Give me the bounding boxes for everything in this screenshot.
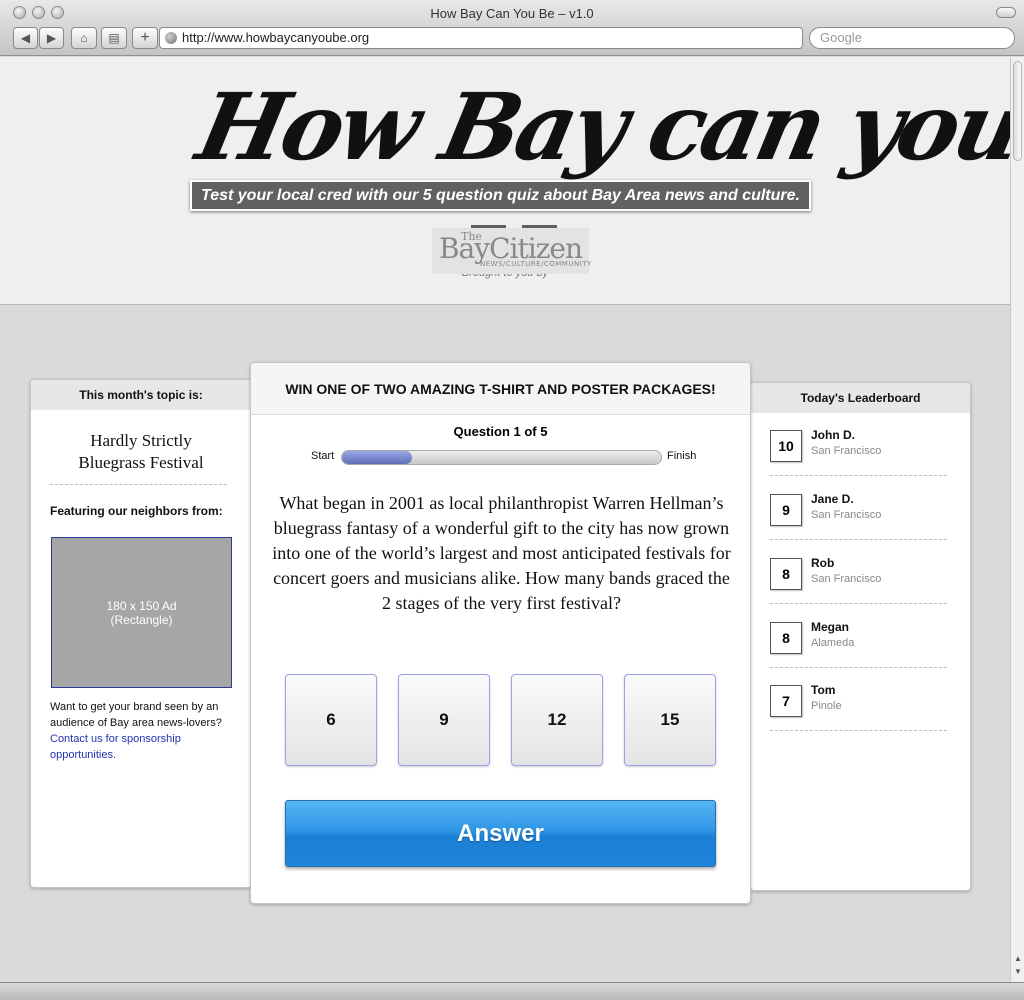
- plus-icon: +: [140, 29, 150, 46]
- leaderboard-panel: Today's Leaderboard 10 John D. San Franc…: [750, 382, 971, 891]
- leaderboard-score: 7: [770, 685, 802, 717]
- sponsorship-text: Want to get your brand seen by an audien…: [50, 699, 240, 763]
- toolbar-toggle-button[interactable]: [996, 7, 1016, 18]
- leaderboard-row: 8 Rob San Francisco: [770, 556, 947, 622]
- bay-citizen-logo[interactable]: The BayCitizen NEWS/CULTURE/COMMUNITY: [432, 228, 592, 274]
- forward-arrow-icon: ▶: [46, 31, 57, 45]
- leaderboard-name: John D.: [811, 428, 855, 442]
- status-bar: [0, 982, 1024, 1000]
- vertical-scrollbar[interactable]: ▲ ▼: [1010, 57, 1024, 982]
- topic-line-2: Bluegrass Festival: [78, 453, 204, 472]
- leaderboard-name: Megan: [811, 620, 850, 634]
- leaderboard-location: Pinole: [811, 700, 842, 712]
- topic-title: Hardly Strictly Bluegrass Festival: [31, 430, 251, 474]
- globe-icon: [165, 32, 177, 44]
- sponsorship-contact-link[interactable]: Contact us for sponsorship opportunities…: [50, 733, 181, 761]
- progress-bar: [341, 450, 662, 465]
- ad-size-label: 180 x 150 Ad: [106, 598, 177, 613]
- forward-button[interactable]: ▶: [39, 27, 64, 49]
- divider: [770, 667, 947, 668]
- topic-heading: This month's topic is:: [31, 380, 251, 410]
- divider: [50, 484, 227, 485]
- progress-fill: [342, 451, 413, 464]
- leaderboard-location: San Francisco: [811, 509, 882, 521]
- answer-choice[interactable]: 12: [511, 674, 603, 766]
- topic-panel: This month's topic is: Hardly Strictly B…: [30, 379, 252, 888]
- home-button[interactable]: ⌂: [71, 27, 97, 49]
- leaderboard-score: 8: [770, 558, 802, 590]
- back-button[interactable]: ◀: [13, 27, 38, 49]
- leaderboard-score: 10: [770, 430, 802, 462]
- search-input[interactable]: Google: [809, 27, 1015, 49]
- leaderboard-location: San Francisco: [811, 573, 882, 585]
- scroll-down-icon[interactable]: ▼: [1011, 967, 1024, 979]
- leaderboard-name: Jane D.: [811, 492, 854, 506]
- answer-choice[interactable]: 9: [398, 674, 490, 766]
- leaderboard-name: Tom: [811, 683, 836, 697]
- leaderboard-heading: Today's Leaderboard: [751, 383, 970, 413]
- browser-toolbar: How Bay Can You Be – v1.0 ◀ ▶ ⌂ ▤ + http…: [0, 0, 1024, 56]
- answer-choice[interactable]: 15: [624, 674, 716, 766]
- leaderboard-location: Alameda: [811, 637, 855, 649]
- ad-placeholder[interactable]: 180 x 150 Ad (Rectangle): [51, 537, 232, 688]
- scroll-up-icon[interactable]: ▲: [1011, 954, 1024, 966]
- progress-finish-label: Finish: [667, 450, 697, 462]
- sponsorship-pitch: Want to get your brand seen by an audien…: [50, 701, 222, 729]
- print-button[interactable]: ▤: [101, 27, 127, 49]
- print-icon: ▤: [108, 31, 120, 45]
- leaderboard-row: 9 Jane D. San Francisco: [770, 492, 947, 558]
- answer-button[interactable]: Answer: [285, 800, 716, 867]
- divider: [770, 539, 947, 540]
- leaderboard-location: San Francisco: [811, 445, 882, 457]
- leaderboard-score: 9: [770, 494, 802, 526]
- question-counter: Question 1 of 5: [453, 424, 548, 439]
- divider: [770, 730, 947, 731]
- question-text: What began in 2001 as local philanthropi…: [272, 493, 731, 613]
- progress-start-label: Start: [311, 450, 335, 462]
- divider: [770, 475, 947, 476]
- tagline: Test your local cred with our 5 question…: [190, 180, 811, 211]
- answer-choice[interactable]: 6: [285, 674, 377, 766]
- add-bookmark-button[interactable]: +: [132, 27, 158, 49]
- window-title: How Bay Can You Be – v1.0: [430, 6, 594, 21]
- leaderboard-row: 8 Megan Alameda: [770, 620, 947, 686]
- divider: [770, 603, 947, 604]
- url-text: http://www.howbaycanyoube.org: [182, 30, 370, 45]
- quiz-panel: WIN ONE OF TWO AMAZING T-SHIRT AND POSTE…: [250, 362, 751, 904]
- logo-subtitle: NEWS/CULTURE/COMMUNITY: [480, 260, 592, 268]
- leaderboard-score: 8: [770, 622, 802, 654]
- scrollbar-thumb[interactable]: [1013, 61, 1022, 161]
- topic-line-1: Hardly Strictly: [90, 431, 192, 450]
- featuring-label: Featuring our neighbors from:: [50, 504, 223, 518]
- leaderboard-name: Rob: [811, 556, 835, 570]
- leaderboard-row: 7 Tom Pinole: [770, 683, 947, 749]
- back-arrow-icon: ◀: [20, 31, 31, 45]
- leaderboard-row: 10 John D. San Francisco: [770, 428, 947, 494]
- site-logo: How Bay can you be?: [188, 73, 1024, 181]
- home-icon: ⌂: [80, 31, 88, 45]
- prize-banner: WIN ONE OF TWO AMAZING T-SHIRT AND POSTE…: [251, 363, 750, 415]
- address-bar[interactable]: http://www.howbaycanyoube.org: [159, 27, 803, 49]
- ad-type-label: (Rectangle): [110, 612, 173, 627]
